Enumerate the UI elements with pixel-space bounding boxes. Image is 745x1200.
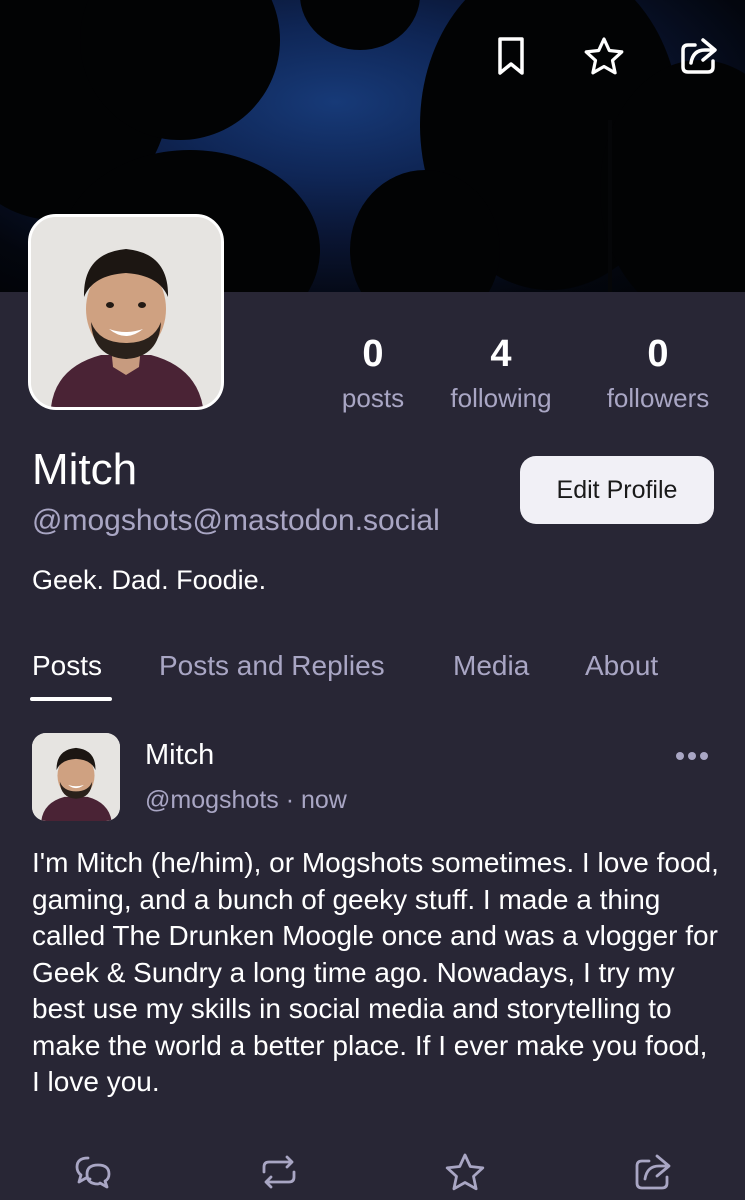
bookmark-icon[interactable]	[489, 34, 533, 78]
post-author-handle[interactable]: @mogshots	[145, 786, 279, 814]
reply-icon[interactable]	[71, 1150, 115, 1194]
profile-handle: @mogshots@mastodon.social	[32, 504, 440, 537]
edit-profile-button[interactable]: Edit Profile	[520, 456, 714, 524]
tab-media[interactable]: Media	[453, 645, 529, 687]
post-author-name[interactable]: Mitch	[145, 736, 214, 774]
share-icon[interactable]	[677, 34, 721, 78]
avatar[interactable]	[28, 214, 224, 410]
post-text: I'm Mitch (he/him), or Mogshots sometime…	[32, 847, 719, 1097]
stat-following[interactable]: 4 following	[441, 330, 561, 418]
star-icon[interactable]	[582, 34, 626, 78]
following-count: 4	[490, 333, 512, 375]
boost-icon[interactable]	[257, 1150, 301, 1194]
followers-label: followers	[606, 383, 710, 413]
followers-count: 0	[647, 333, 669, 375]
post-meta: @mogshots · now	[145, 782, 347, 818]
posts-count: 0	[362, 333, 384, 375]
post-share-icon[interactable]	[631, 1150, 675, 1194]
tab-posts[interactable]: Posts	[32, 645, 102, 687]
following-label: following	[450, 383, 552, 413]
display-name: Mitch	[32, 445, 138, 494]
stat-followers[interactable]: 0 followers	[598, 330, 718, 418]
favorite-icon[interactable]	[443, 1150, 487, 1194]
tab-posts-and-replies[interactable]: Posts and Replies	[159, 645, 385, 687]
post-avatar[interactable]	[32, 733, 120, 821]
profile-bio: Geek. Dad. Foodie.	[32, 565, 267, 595]
tab-about[interactable]: About	[585, 645, 658, 687]
stat-posts[interactable]: 0 posts	[333, 330, 413, 418]
post-timestamp: now	[301, 786, 347, 814]
active-tab-indicator	[30, 697, 112, 701]
more-options-icon[interactable]	[668, 740, 716, 772]
posts-label: posts	[341, 383, 405, 413]
meta-separator: ·	[285, 786, 295, 814]
